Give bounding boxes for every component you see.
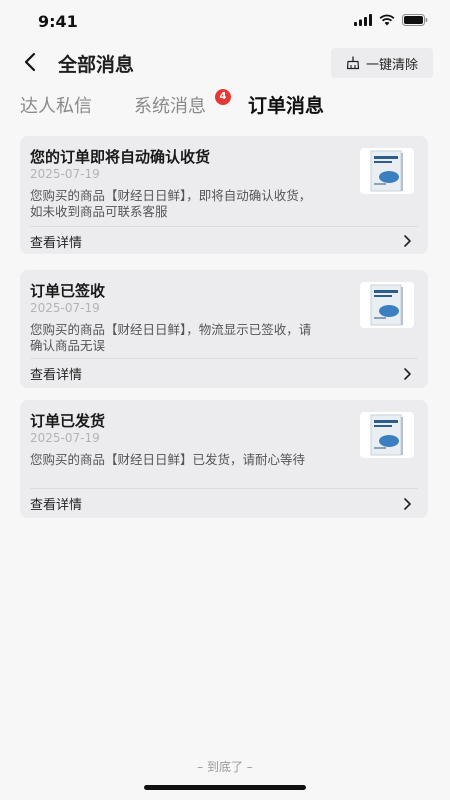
card-divider <box>30 358 418 359</box>
tab-talent-messages[interactable]: 达人私信 <box>20 92 92 118</box>
card-body: 您购买的商品【财经日日鲜】，即将自动确认收货，如未收到商品可联系客服 <box>30 188 312 219</box>
card-title: 订单已签收 <box>30 282 106 300</box>
chevron-right-icon[interactable] <box>402 497 412 511</box>
card-date: 2025-07-19 <box>30 167 100 181</box>
page-title: 全部消息 <box>58 54 135 76</box>
tab-system-messages[interactable]: 系统消息 <box>134 92 206 118</box>
card-divider <box>30 488 418 489</box>
product-thumbnail <box>360 412 414 458</box>
order-message-card[interactable]: 您的订单即将自动确认收货 2025-07-19 您购买的商品【财经日日鲜】，即将… <box>20 136 428 254</box>
home-indicator[interactable] <box>144 785 306 790</box>
card-date: 2025-07-19 <box>30 431 100 445</box>
product-thumbnail <box>360 148 414 194</box>
wifi-icon <box>379 14 395 26</box>
broom-icon <box>346 56 360 70</box>
clear-all-label: 一键清除 <box>365 57 418 73</box>
book-cover-image <box>370 414 403 456</box>
order-message-card[interactable]: 订单已发货 2025-07-19 您购买的商品【财经日日鲜】已发货，请耐心等待 … <box>20 400 428 518</box>
status-time: 9:41 <box>38 12 78 31</box>
unread-badge: 4 <box>215 89 231 105</box>
status-bar: 9:41 <box>0 0 450 44</box>
order-message-card[interactable]: 订单已签收 2025-07-19 您购买的商品【财经日日鲜】，物流显示已签收，请… <box>20 270 428 388</box>
view-details-link[interactable]: 查看详情 <box>30 232 82 251</box>
chevron-right-icon[interactable] <box>402 234 412 248</box>
tab-bar: 达人私信 系统消息 4 订单消息 <box>0 89 450 124</box>
view-details-link[interactable]: 查看详情 <box>30 494 82 513</box>
end-of-list-text: – 到底了 – <box>197 760 253 774</box>
chevron-right-icon[interactable] <box>402 367 412 381</box>
card-body: 您购买的商品【财经日日鲜】已发货，请耐心等待 <box>30 452 306 467</box>
card-title: 订单已发货 <box>30 412 106 430</box>
view-details-link[interactable]: 查看详情 <box>30 364 82 383</box>
status-icons <box>354 14 428 26</box>
book-cover-image <box>370 284 403 326</box>
product-thumbnail <box>360 282 414 328</box>
book-cover-image <box>370 150 403 192</box>
card-title: 您的订单即将自动确认收货 <box>30 148 211 166</box>
clear-all-button[interactable]: 一键清除 <box>331 48 433 78</box>
tab-order-messages[interactable]: 订单消息 <box>248 91 324 118</box>
card-body: 您购买的商品【财经日日鲜】，物流显示已签收，请确认商品无误 <box>30 322 312 353</box>
card-divider <box>30 226 418 227</box>
card-date: 2025-07-19 <box>30 301 100 315</box>
signal-icon <box>354 14 372 26</box>
back-arrow-icon[interactable] <box>20 50 42 74</box>
battery-icon <box>402 14 428 26</box>
